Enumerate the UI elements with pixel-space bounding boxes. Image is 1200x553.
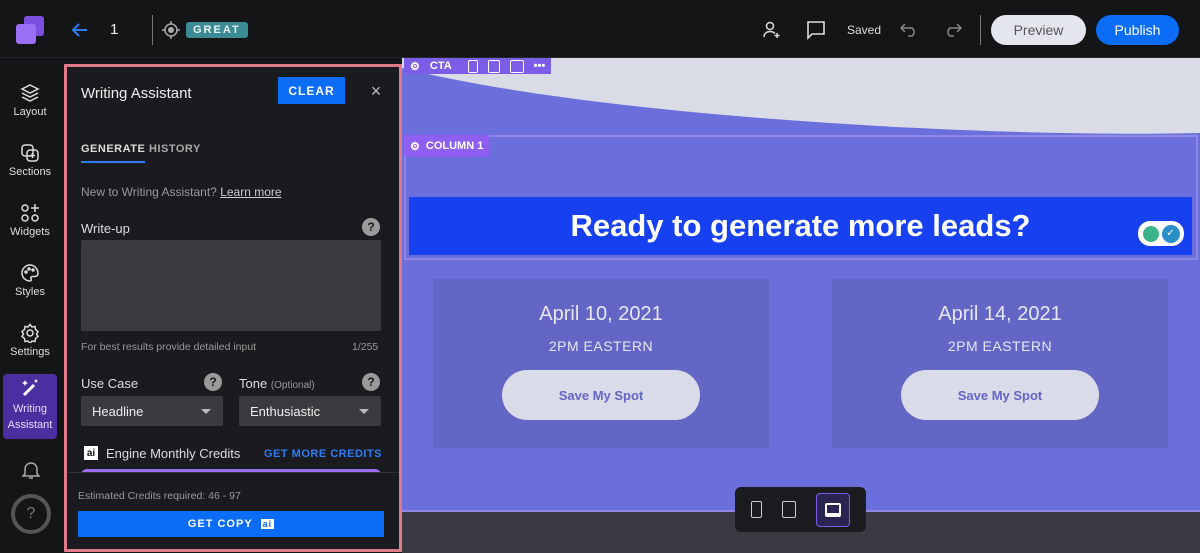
save-status: Saved xyxy=(847,23,882,37)
close-icon[interactable]: × xyxy=(368,81,384,101)
back-arrow-icon[interactable] xyxy=(70,20,90,40)
mobile-icon[interactable] xyxy=(467,59,478,73)
rail-label: Settings xyxy=(10,346,50,358)
get-copy-label: GET COPY xyxy=(187,518,253,530)
comment-icon[interactable] xyxy=(805,19,827,41)
plus-icon[interactable] xyxy=(1142,225,1159,242)
rail-label: Styles xyxy=(15,286,45,298)
learn-more-link[interactable]: Learn more xyxy=(220,185,281,199)
panel-title: Writing Assistant xyxy=(81,85,192,102)
tone-label: Tone xyxy=(239,376,268,391)
writeup-textarea[interactable] xyxy=(81,240,381,331)
writing-assistant-panel: Writing Assistant CLEAR × GENERATE HISTO… xyxy=(64,64,402,552)
rail-label: Widgets xyxy=(10,226,50,238)
preview-button[interactable]: Preview xyxy=(991,15,1086,45)
chevron-down-icon xyxy=(201,409,211,414)
top-bar: 1 GREAT Saved Preview Publish xyxy=(0,0,1200,58)
undo-icon[interactable] xyxy=(899,20,919,40)
left-rail: Layout Sections Widgets Styles Settings … xyxy=(0,59,62,553)
use-case-value: Headline xyxy=(92,403,144,419)
column-tag[interactable]: ⚙ COLUMN 1 xyxy=(404,135,490,157)
credits-label: Engine Monthly Credits xyxy=(106,446,241,461)
tablet-view-icon[interactable] xyxy=(782,501,796,518)
headline[interactable]: Ready to generate more leads? xyxy=(409,197,1192,255)
help-icon[interactable]: ? xyxy=(204,373,222,391)
event-date: April 10, 2021 xyxy=(539,303,663,325)
help-button[interactable]: ? xyxy=(11,494,51,534)
get-copy-button[interactable]: GET COPY ai xyxy=(78,511,384,537)
credits-estimate: Estimated Credits required: 46 - 97 xyxy=(78,490,241,502)
column-tag-label: COLUMN 1 xyxy=(425,140,484,152)
publish-button[interactable]: Publish xyxy=(1096,15,1179,45)
device-toolbar xyxy=(735,487,866,532)
layers-icon xyxy=(20,84,40,102)
grammar-widget[interactable]: ✓ xyxy=(1138,221,1184,246)
tone-optional: (Optional) xyxy=(270,380,315,391)
desktop-view-icon[interactable] xyxy=(816,492,850,527)
intro-text: New to Writing Assistant? xyxy=(81,185,217,199)
rail-item-writing-assistant[interactable]: Writing Assistant xyxy=(3,374,57,439)
tone-select[interactable]: Enthusiastic xyxy=(239,396,381,426)
panel-footer: Estimated Credits required: 46 - 97 GET … xyxy=(67,472,399,549)
event-time: 2PM EASTERN xyxy=(548,338,654,354)
page-canvas: ⚙ CTA ••• ⚙ COLUMN 1 Ready to generate mor… xyxy=(402,58,1200,553)
target-icon[interactable] xyxy=(161,20,181,40)
rail-item-layout[interactable]: Layout xyxy=(3,79,57,122)
clear-button[interactable]: CLEAR xyxy=(278,77,345,104)
section-tag-label: CTA xyxy=(429,60,452,72)
char-counter: 1/255 xyxy=(352,341,379,353)
ai-icon: ai xyxy=(260,519,275,529)
save-my-spot-button[interactable]: Save My Spot xyxy=(901,370,1099,420)
sections-icon xyxy=(21,144,39,162)
invite-user-icon[interactable] xyxy=(761,19,783,41)
gear-icon[interactable]: ⚙ xyxy=(410,60,420,73)
event-card: April 14, 2021 2PM EASTERN Save My Spot xyxy=(832,279,1168,448)
notifications-bell-icon[interactable] xyxy=(20,459,42,481)
page-number: 1 xyxy=(110,21,119,38)
magic-wand-icon xyxy=(22,379,38,397)
rail-item-styles[interactable]: Styles xyxy=(3,259,57,302)
more-icon[interactable]: ••• xyxy=(534,60,546,72)
tone-value: Enthusiastic xyxy=(250,403,321,419)
rail-item-widgets[interactable]: Widgets xyxy=(3,199,57,242)
redo-icon[interactable] xyxy=(943,20,963,40)
event-date: April 14, 2021 xyxy=(938,303,1062,325)
chevron-down-icon xyxy=(359,409,369,414)
writeup-label: Write-up xyxy=(81,221,130,236)
divider xyxy=(980,15,981,45)
help-icon[interactable]: ? xyxy=(362,373,380,391)
rail-item-sections[interactable]: Sections xyxy=(3,139,57,182)
rail-label: Layout xyxy=(13,106,47,118)
section-toolbar[interactable]: ⚙ CTA ••• xyxy=(404,58,552,74)
check-icon[interactable]: ✓ xyxy=(1161,224,1180,243)
rail-label: Sections xyxy=(8,166,52,178)
event-time: 2PM EASTERN xyxy=(947,338,1053,354)
gear-icon[interactable]: ⚙ xyxy=(410,140,420,153)
save-my-spot-button[interactable]: Save My Spot xyxy=(502,370,700,420)
event-card: April 10, 2021 2PM EASTERN Save My Spot xyxy=(433,279,769,448)
help-icon[interactable]: ? xyxy=(362,218,380,236)
tab-history[interactable]: HISTORY xyxy=(149,143,201,155)
get-more-credits-link[interactable]: GET MORE CREDITS xyxy=(264,448,382,460)
use-case-select[interactable]: Headline xyxy=(81,396,223,426)
rail-item-settings[interactable]: Settings xyxy=(3,319,57,362)
tablet-icon[interactable] xyxy=(487,59,500,73)
tab-generate[interactable]: GENERATE xyxy=(81,143,146,163)
ai-icon: ai xyxy=(84,446,98,460)
palette-icon xyxy=(21,264,39,282)
rail-label: Writing Assistant xyxy=(7,403,53,431)
widgets-icon xyxy=(21,204,39,222)
mobile-view-icon[interactable] xyxy=(751,501,762,518)
score-badge: GREAT xyxy=(186,22,248,38)
desktop-icon[interactable] xyxy=(509,59,524,73)
divider xyxy=(152,15,153,45)
app-logo[interactable] xyxy=(16,16,44,44)
use-case-label: Use Case xyxy=(81,376,139,391)
writeup-hint: For best results provide detailed input xyxy=(81,341,257,353)
gear-icon xyxy=(21,323,39,343)
